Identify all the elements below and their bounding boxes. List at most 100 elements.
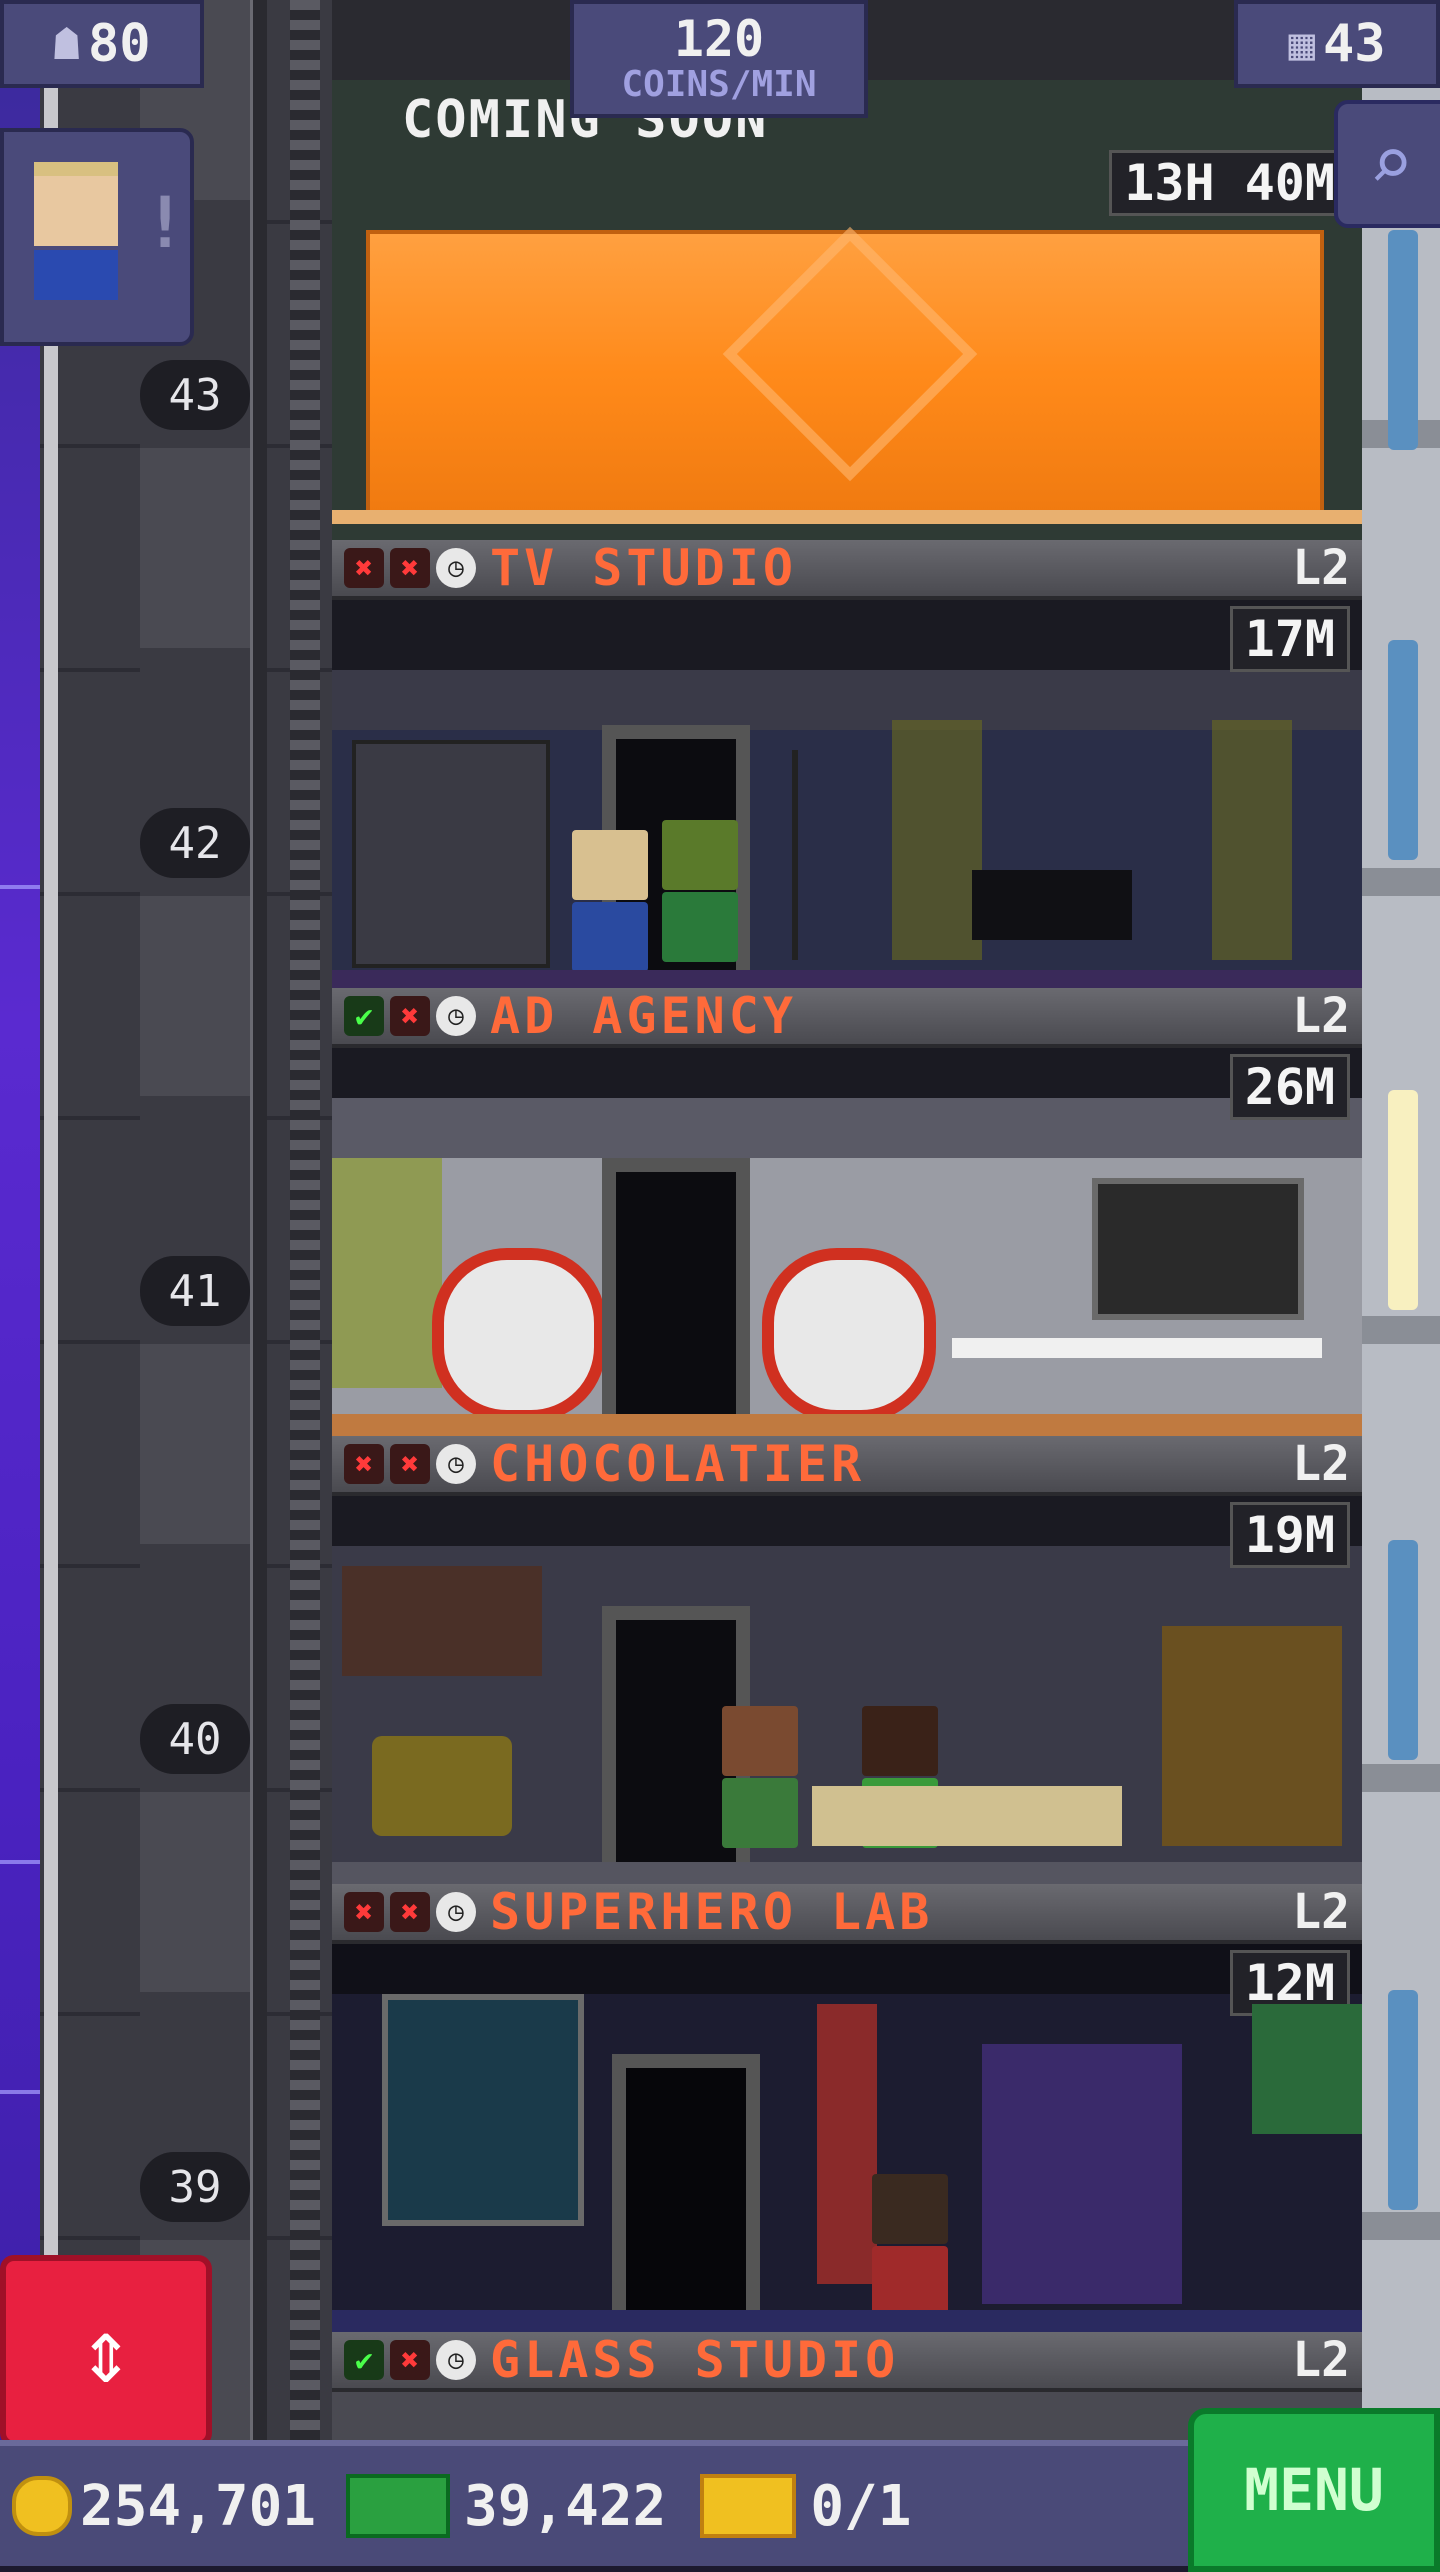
floor-header-superhero-lab[interactable]: ✖ ✖ ◷ SUPERHERO LAB L2 <box>332 1883 1362 1944</box>
floor-level: L2 <box>1292 988 1350 1044</box>
floor-status-icons: ✔ ✖ ◷ <box>344 2340 476 2380</box>
cross-icon: ✖ <box>344 1444 384 1484</box>
shaft-window <box>1388 1090 1418 1310</box>
floor-ledge <box>332 1862 1362 1884</box>
bitizen-portrait <box>34 162 118 300</box>
chocolate-pot <box>372 1736 512 1836</box>
cross-icon: ✖ <box>390 1892 430 1932</box>
coins-rate-value: 120 <box>673 10 765 68</box>
floor-status-icons: ✖ ✖ ◷ <box>344 1444 476 1484</box>
star <box>0 885 40 889</box>
speaker-icon <box>972 870 1132 940</box>
shaft-floor-number: 42 <box>140 808 250 878</box>
magnifier-icon: ⌕ <box>1368 121 1414 207</box>
cross-icon: ✖ <box>390 1444 430 1484</box>
floor-level: L2 <box>1292 1884 1350 1940</box>
elevator-button[interactable]: ⇕ <box>0 2255 212 2447</box>
floor-name: CHOCOLATIER <box>490 1435 866 1493</box>
bux-display[interactable]: 39,422 <box>346 2474 666 2539</box>
population-value: 80 <box>87 14 151 74</box>
bitizen-avatar[interactable] <box>662 820 742 962</box>
sky-background <box>0 0 40 2560</box>
tickets-display[interactable]: 0/1 <box>700 2474 911 2539</box>
check-icon: ✔ <box>344 2340 384 2380</box>
coin-icon <box>12 2476 72 2536</box>
floor-header-chocolatier[interactable]: ✖ ✖ ◷ CHOCOLATIER L2 <box>332 1435 1362 1496</box>
shaft-floor-number: 41 <box>140 1256 250 1326</box>
right-elevator-shaft <box>1362 0 1440 2440</box>
floor-header-glass-studio[interactable]: ✔ ✖ ◷ GLASS STUDIO L2 <box>332 2331 1362 2392</box>
bitizen-avatar[interactable] <box>722 1706 802 1848</box>
bux-value: 39,422 <box>464 2473 667 2539</box>
floor-ledge <box>332 2310 1362 2332</box>
construction-floor[interactable]: COMING SOON 13H 40M <box>332 80 1362 540</box>
room-ad-agency[interactable]: 26M <box>332 1048 1362 1436</box>
shaft-window <box>1388 1990 1418 2210</box>
room-door <box>612 2054 760 2318</box>
room-door <box>602 1158 750 1422</box>
bitizen-avatar[interactable] <box>872 2174 952 2316</box>
floor-timer: 17M <box>1229 606 1350 672</box>
room-superhero-lab[interactable]: 12M <box>332 1944 1362 2332</box>
egg-chair <box>432 1248 606 1422</box>
room-tv-studio[interactable]: 17M <box>332 600 1362 988</box>
floor-status-icons: ✖ ✖ ◷ <box>344 548 476 588</box>
tickets-value: 0/1 <box>810 2473 912 2539</box>
clock-icon: ◷ <box>436 1892 476 1932</box>
floor-level: L2 <box>1292 2332 1350 2388</box>
shaft-rail <box>250 0 267 2440</box>
floor-level: L2 <box>1292 540 1350 596</box>
control-panel <box>352 740 550 968</box>
shaft-rail <box>44 0 58 2440</box>
floors-value: 43 <box>1322 14 1386 74</box>
floors-counter[interactable]: ▦ 43 <box>1234 0 1440 88</box>
shelf <box>342 1566 542 1676</box>
plant-icon <box>892 720 982 960</box>
floor-ledge <box>332 510 1362 524</box>
egg-chair <box>762 1248 936 1422</box>
population-counter[interactable]: ☗ 80 <box>0 0 204 88</box>
coins-rate-display: 120 COINS/MIN <box>570 0 868 118</box>
dna-tube <box>817 2004 877 2284</box>
plant-icon <box>1212 720 1292 960</box>
map-screen <box>1252 2004 1362 2134</box>
desk <box>952 1338 1322 1358</box>
chocolate-vat <box>1162 1626 1342 1846</box>
construction-timer: 13H 40M <box>1109 150 1350 216</box>
shaft-window <box>1388 230 1418 450</box>
tower: COMING SOON 13H 40M ✖ ✖ ◷ TV STUDIO L2 1… <box>332 0 1362 2440</box>
floor-ledge <box>332 970 1362 988</box>
shaft-window <box>1388 1540 1418 1760</box>
bitizen-avatar[interactable] <box>572 830 652 972</box>
blueprint-screen <box>382 1994 584 2226</box>
bux-icon <box>346 2474 451 2538</box>
star <box>0 1860 40 1864</box>
floor-timer: 26M <box>1229 1054 1350 1120</box>
floor-header-tv-studio[interactable]: ✖ ✖ ◷ TV STUDIO L2 <box>332 539 1362 600</box>
menu-button[interactable]: MENU <box>1188 2408 1440 2572</box>
cross-icon: ✖ <box>344 548 384 588</box>
floor-name: GLASS STUDIO <box>490 2331 900 2389</box>
floor-name: TV STUDIO <box>490 539 797 597</box>
floor-timer: 19M <box>1229 1502 1350 1568</box>
check-icon: ✔ <box>344 996 384 1036</box>
shaft-floor-number: 40 <box>140 1704 250 1774</box>
bitizen-notification-card[interactable]: ! <box>0 128 194 346</box>
construction-tarp <box>366 226 1324 518</box>
floor-level: L2 <box>1292 1436 1350 1492</box>
hologram-globe <box>982 2044 1182 2304</box>
coins-value: 254,701 <box>80 2473 317 2539</box>
clock-icon: ◷ <box>436 996 476 1036</box>
coins-rate-unit: COINS/MIN <box>621 64 817 105</box>
alert-icon: ! <box>144 182 187 264</box>
cross-icon: ✖ <box>390 2340 430 2380</box>
search-button[interactable]: ⌕ <box>1334 100 1440 228</box>
floor-status-icons: ✔ ✖ ◷ <box>344 996 476 1036</box>
room-chocolatier[interactable]: 19M <box>332 1496 1362 1884</box>
cross-icon: ✖ <box>390 996 430 1036</box>
building-icon: ▦ <box>1288 18 1315 70</box>
floor-name: AD AGENCY <box>490 987 797 1045</box>
floor-name: SUPERHERO LAB <box>490 1883 934 1941</box>
floor-header-ad-agency[interactable]: ✔ ✖ ◷ AD AGENCY L2 <box>332 987 1362 1048</box>
coins-display[interactable]: 254,701 <box>12 2474 316 2539</box>
